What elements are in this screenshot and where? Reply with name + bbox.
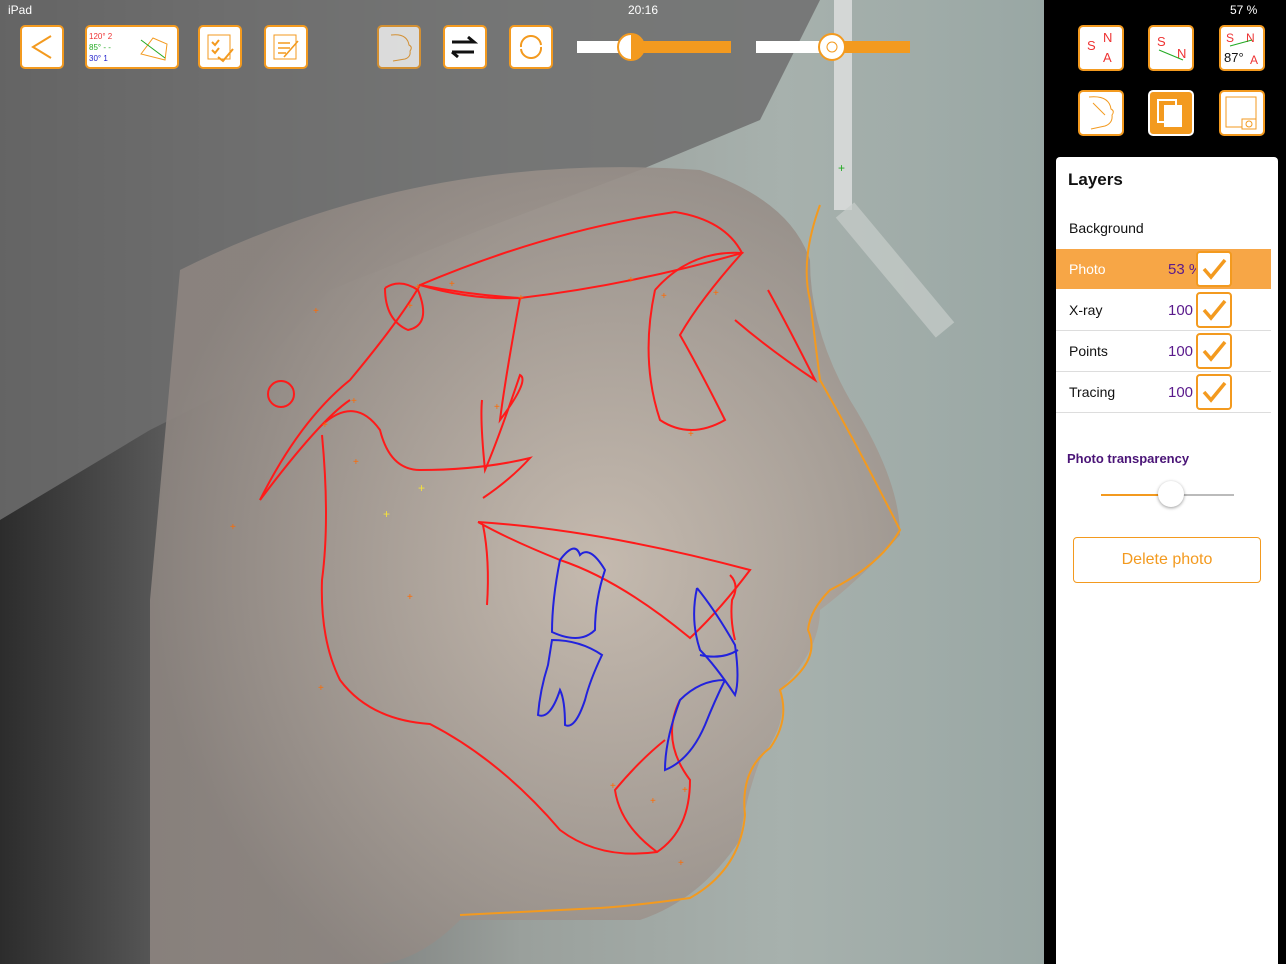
chevron-left-icon: [31, 35, 52, 59]
layer-checkbox[interactable]: [1196, 374, 1232, 410]
camera-icon: [1225, 96, 1257, 130]
svg-text:A: A: [1250, 53, 1258, 67]
brightness-slider[interactable]: [756, 33, 910, 61]
checkmark-icon: [1202, 381, 1227, 403]
photo-transparency-slider[interactable]: [1101, 481, 1234, 507]
svg-text:+: +: [353, 457, 359, 468]
svg-text:+: +: [322, 420, 328, 431]
rotate-icon: [519, 35, 543, 59]
swap-arrows-icon: [451, 35, 479, 59]
background-label: Background: [1069, 220, 1144, 236]
svg-text:+: +: [713, 288, 719, 299]
layer-row-xray[interactable]: X-ray 100 %: [1056, 290, 1271, 331]
rotate-button[interactable]: [509, 25, 553, 69]
layers-icon: [1157, 99, 1182, 127]
notes-button[interactable]: [264, 25, 308, 69]
layers-title: Layers: [1068, 170, 1123, 189]
back-button[interactable]: [20, 25, 64, 69]
sun-icon: [826, 41, 838, 53]
svg-text:+: +: [351, 396, 357, 407]
checkmark-icon: [1202, 340, 1227, 362]
contrast-slider[interactable]: [577, 33, 731, 61]
svg-text:+: +: [407, 301, 413, 312]
layer-row-tracing[interactable]: Tracing 100 %: [1056, 372, 1271, 413]
svg-text:+: +: [650, 796, 656, 807]
svg-text:S: S: [1226, 31, 1234, 45]
layer-checkbox[interactable]: [1196, 251, 1232, 287]
svg-text:N: N: [1103, 30, 1112, 45]
angle-line-2: 85° - -: [89, 42, 111, 52]
svg-text:+: +: [313, 306, 319, 317]
layer-name: Photo: [1069, 261, 1106, 277]
notes-icon: [273, 34, 299, 60]
sn-line-icon: SN: [1157, 34, 1186, 61]
sna-angle-tool-button[interactable]: SNA 87°: [1219, 25, 1265, 71]
svg-text:+: +: [383, 507, 390, 521]
tracing-overlay: + ++ + +++ + ++++ ++++ ++++ ++ +: [0, 0, 955, 964]
svg-text:+: +: [230, 522, 236, 533]
transparency-knob[interactable]: [1158, 481, 1184, 507]
layer-name: Tracing: [1069, 384, 1116, 400]
swap-button[interactable]: [443, 25, 487, 69]
svg-text:A: A: [1103, 50, 1112, 65]
sna-tool-button[interactable]: SNA: [1078, 25, 1124, 71]
svg-text:+: +: [628, 275, 634, 286]
svg-text:+: +: [418, 481, 425, 495]
status-bar: iPad 20:16 57 %: [0, 0, 1286, 20]
layers-panel: Layers Background Photo 53 % X-ray 100 %…: [1056, 157, 1278, 964]
layer-row-photo[interactable]: Photo 53 %: [1056, 249, 1271, 289]
layer-name: Points: [1069, 343, 1108, 359]
photo-button[interactable]: [1219, 90, 1265, 136]
sna-icon: SNA: [1087, 30, 1112, 65]
svg-text:+: +: [449, 279, 455, 290]
layer-name: X-ray: [1069, 302, 1103, 318]
checklist-icon: [207, 34, 234, 63]
svg-text:+: +: [415, 282, 421, 293]
svg-text:+: +: [610, 781, 616, 792]
angle-line-1: 120° 2: [89, 31, 113, 41]
angles-tool-button[interactable]: 120° 2 85° - - 30° 1: [85, 25, 179, 69]
layer-row-points[interactable]: Points 100 %: [1056, 331, 1271, 372]
layer-checkbox[interactable]: [1196, 333, 1232, 369]
ceph-canvas[interactable]: + + + + + + + + + + + + + + + + + + + + + + +: [0, 0, 1044, 964]
svg-text:+: +: [661, 291, 667, 302]
delete-photo-button[interactable]: Delete photo: [1073, 537, 1261, 583]
svg-text:+: +: [682, 785, 688, 796]
sna-angle-value: 87°: [1224, 50, 1244, 65]
checklist-button[interactable]: [198, 25, 242, 69]
layer-checkbox[interactable]: [1196, 292, 1232, 328]
svg-text:+: +: [678, 858, 684, 869]
svg-text:+: +: [407, 592, 413, 603]
brightness-knob[interactable]: [818, 33, 846, 61]
layers-button[interactable]: [1148, 90, 1194, 136]
svg-text:N: N: [1177, 46, 1186, 61]
svg-text:+: +: [688, 429, 694, 440]
checkmark-icon: [1202, 299, 1227, 321]
clock: 20:16: [628, 3, 659, 17]
angle-line-3: 30° 1: [89, 53, 108, 63]
sn-line-tool-button[interactable]: SN: [1148, 25, 1194, 71]
skull-angle-icon: [140, 37, 168, 61]
face-profile-icon: [390, 34, 412, 62]
ruler: [834, 0, 852, 210]
nasion-rod: [835, 202, 955, 338]
profile-view-button[interactable]: [377, 25, 421, 69]
device-label: iPad: [8, 3, 33, 17]
contrast-knob[interactable]: [617, 33, 645, 61]
angle-readout: 120° 2 85° - - 30° 1: [89, 31, 137, 64]
face-tracing-icon: [1088, 96, 1114, 130]
ruler-point: +: [838, 161, 845, 175]
photo-transparency-label: Photo transparency: [1067, 451, 1190, 466]
profile-tracing-button[interactable]: [1078, 90, 1124, 136]
battery-percent: 57 %: [1230, 3, 1258, 17]
svg-text:+: +: [318, 683, 324, 694]
svg-text:+: +: [494, 402, 500, 413]
checkmark-icon: [1202, 258, 1227, 280]
svg-text:S: S: [1157, 34, 1166, 49]
svg-text:N: N: [1246, 31, 1255, 45]
svg-text:+: +: [518, 293, 524, 304]
face-shape: [150, 167, 900, 964]
svg-text:S: S: [1087, 38, 1096, 53]
